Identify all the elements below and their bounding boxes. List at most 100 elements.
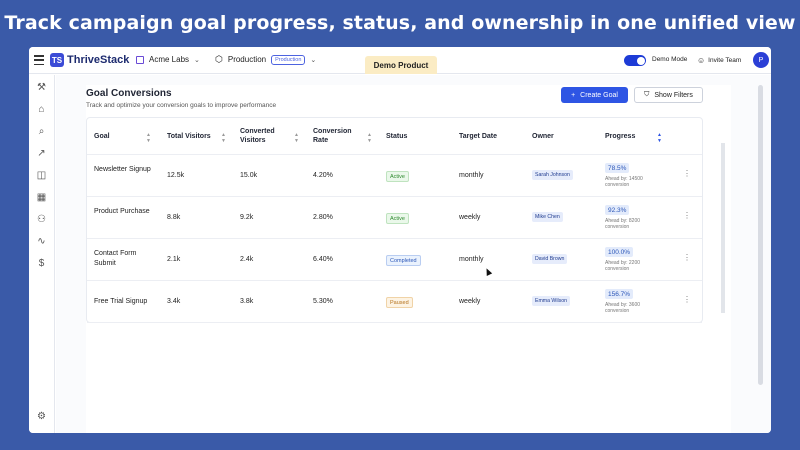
sort-icon[interactable]: ▲ ▼	[657, 132, 662, 144]
org-name: Acme Labs	[149, 55, 190, 64]
main-content: Goal Conversions Track and optimize your…	[56, 75, 771, 433]
avatar[interactable]: P	[753, 52, 769, 68]
progress-percent: 100.0%	[605, 247, 634, 257]
progress-ahead: Ahead by: 14500 conversion	[605, 176, 643, 188]
status-badge: Active	[386, 213, 409, 224]
search-icon[interactable]: ⌕	[36, 126, 47, 137]
logo[interactable]: TS ThriveStack	[50, 53, 129, 67]
progress-percent: 92.3%	[605, 205, 630, 215]
sort-icon[interactable]: ▲ ▼	[146, 132, 151, 144]
dollar-icon[interactable]: $	[36, 258, 47, 269]
sort-icon[interactable]: ▲ ▼	[367, 132, 372, 144]
table-scrollbar[interactable]	[721, 143, 725, 313]
more-options-icon[interactable]: ⋮	[683, 212, 691, 220]
status-badge: Paused	[386, 297, 413, 308]
table-row[interactable]: Free Trial Signup 3.4k 3.8k 5.30% Paused…	[87, 281, 702, 323]
header-conversion-rate[interactable]: Conversion Rate	[313, 127, 358, 145]
owner-badge: Mike Chen	[532, 212, 563, 222]
total-visitors: 3.4k	[167, 298, 181, 305]
logo-mark: TS	[50, 53, 64, 67]
create-goal-label: Create Goal	[580, 91, 618, 99]
promo-banner-title: Track campaign goal progress, status, an…	[4, 12, 796, 34]
target-date: weekly	[459, 214, 481, 221]
invite-team-button[interactable]: ☺ Invite Team	[697, 56, 741, 65]
total-visitors: 2.1k	[167, 256, 181, 263]
table-row[interactable]: Contact Form Submit 2.1k 2.4k 6.40% Comp…	[87, 239, 702, 281]
goal-name: Free Trial Signup	[94, 298, 148, 305]
filter-icon: ⛉	[644, 91, 650, 98]
org-selector[interactable]: Acme Labs ⌄	[136, 55, 200, 64]
header-converted-visitors[interactable]: Converted Visitors	[240, 127, 285, 145]
target-date: weekly	[459, 298, 481, 305]
logo-text: ThriveStack	[67, 54, 130, 66]
demo-product-tab[interactable]: Demo Product	[365, 56, 437, 74]
cube-icon: ⬡	[215, 54, 223, 64]
page-title: Goal Conversions	[86, 88, 172, 99]
progress-ahead: Ahead by: 8200 conversion	[605, 218, 641, 230]
users-icon[interactable]: ⚇	[36, 214, 47, 225]
conversion-rate: 5.30%	[313, 298, 333, 305]
more-options-icon[interactable]: ⋮	[683, 296, 691, 304]
menu-icon[interactable]	[34, 55, 44, 65]
header-progress[interactable]: Progress	[605, 132, 635, 141]
converted-visitors: 15.0k	[240, 172, 258, 179]
header-owner[interactable]: Owner	[532, 132, 554, 141]
goal-name: Product Purchase	[94, 208, 150, 215]
user-plus-icon: ☺	[697, 56, 706, 65]
chevron-down-icon: ⌄	[194, 56, 200, 64]
app-window: TS ThriveStack Acme Labs ⌄ ⬡ Production …	[29, 47, 771, 433]
environment-selector[interactable]: ⬡ Production Production ⌄	[215, 54, 316, 65]
more-options-icon[interactable]: ⋮	[683, 170, 691, 178]
sort-icon[interactable]: ▲ ▼	[221, 132, 226, 144]
demo-mode-toggle[interactable]	[624, 55, 646, 66]
header-goal[interactable]: Goal	[94, 132, 110, 141]
total-visitors: 8.8k	[167, 214, 181, 221]
environment-badge: Production	[271, 54, 306, 65]
page-subtitle: Track and optimize your conversion goals…	[86, 102, 277, 109]
plus-icon: +	[571, 91, 576, 99]
more-options-icon[interactable]: ⋮	[683, 254, 691, 262]
converted-visitors: 9.2k	[240, 214, 254, 221]
goal-conversions-panel: Goal Conversions Track and optimize your…	[86, 85, 731, 433]
invite-team-label: Invite Team	[708, 57, 742, 64]
header-total-visitors[interactable]: Total Visitors	[167, 132, 211, 141]
environment-name: Production	[227, 55, 267, 64]
settings-icon[interactable]: ⚙	[36, 411, 47, 422]
table-header: Goal ▲ ▼ Total Visitors ▲ ▼ Converted Visi…	[87, 118, 702, 155]
target-date: monthly	[459, 256, 484, 263]
box-icon[interactable]: ◫	[36, 170, 47, 181]
table-row[interactable]: Newsletter Signup 12.5k 15.0k 4.20% Acti…	[87, 155, 702, 197]
chevron-down-icon: ⌄	[310, 56, 317, 64]
status-badge: Active	[386, 171, 409, 182]
table-row[interactable]: Product Purchase 8.8k 9.2k 2.80% Active …	[87, 197, 702, 239]
page-scrollbar[interactable]	[758, 85, 763, 385]
trend-icon[interactable]: ↗	[36, 148, 47, 159]
progress-percent: 156.7%	[605, 289, 634, 299]
goals-table: Goal ▲ ▼ Total Visitors ▲ ▼ Converted Visi…	[86, 117, 703, 323]
sort-icon[interactable]: ▲ ▼	[294, 132, 299, 144]
target-date: monthly	[459, 172, 484, 179]
create-goal-button[interactable]: + Create Goal	[561, 87, 628, 103]
show-filters-button[interactable]: ⛉ Show Filters	[634, 87, 703, 103]
building-icon	[136, 55, 144, 64]
owner-badge: Sarah Johnson	[532, 170, 573, 180]
owner-badge: David Brown	[532, 254, 568, 264]
status-badge: Completed	[386, 255, 421, 266]
conversion-rate: 4.20%	[313, 172, 333, 179]
converted-visitors: 3.8k	[240, 298, 254, 305]
progress-ahead: Ahead by: 3600 conversion	[605, 302, 641, 314]
header-status[interactable]: Status	[386, 132, 407, 141]
activity-icon[interactable]: ∿	[36, 236, 47, 247]
goal-name: Contact Form Submit	[94, 250, 137, 267]
home-icon[interactable]: ⌂	[36, 104, 47, 115]
converted-visitors: 2.4k	[240, 256, 254, 263]
top-bar: TS ThriveStack Acme Labs ⌄ ⬡ Production …	[29, 47, 771, 74]
conversion-rate: 6.40%	[313, 256, 333, 263]
demo-mode-label: Demo Mode	[652, 56, 688, 63]
header-target-date[interactable]: Target Date	[459, 132, 497, 141]
wrench-icon[interactable]: ⚒	[36, 82, 47, 93]
owner-badge: Emma Wilson	[532, 296, 570, 306]
sidebar: ⚒ ⌂ ⌕ ↗ ◫ ▦ ⚇ ∿ $ ⚙	[29, 75, 55, 433]
progress-ahead: Ahead by: 2200 conversion	[605, 260, 641, 272]
building-icon[interactable]: ▦	[36, 192, 47, 203]
